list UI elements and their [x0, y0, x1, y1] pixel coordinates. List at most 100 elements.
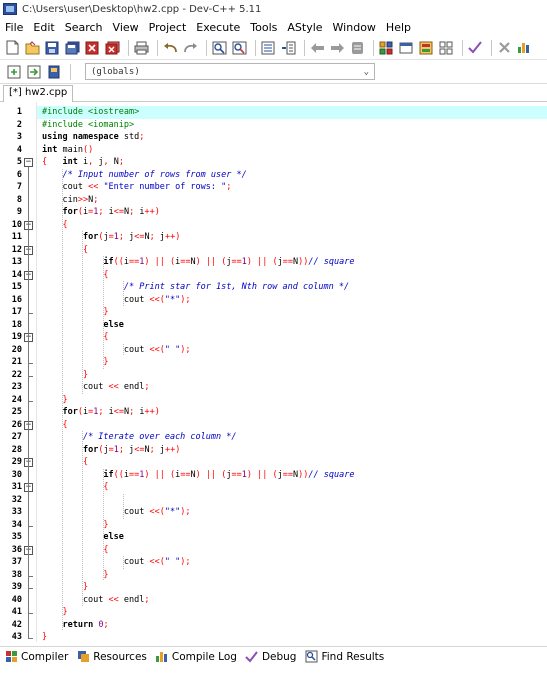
code-line[interactable]: }	[42, 307, 108, 320]
code-line[interactable]: #include <iostream>	[42, 107, 139, 120]
code-line[interactable]: return 0;	[42, 620, 108, 633]
menu-help[interactable]: Help	[381, 21, 416, 34]
code-line[interactable]: for(j=1; j<=N; j++)	[42, 445, 180, 458]
find-icon[interactable]	[211, 40, 227, 56]
code-line[interactable]: }	[42, 632, 47, 645]
line-number: 41	[11, 607, 22, 617]
code-line[interactable]: }	[42, 520, 108, 533]
replace-icon[interactable]	[231, 40, 247, 56]
line-number: 17	[11, 307, 22, 317]
line-number: 15	[11, 282, 22, 292]
line-number: 10	[11, 219, 22, 230]
code-line[interactable]: cout <<("*");	[42, 295, 191, 308]
code-line[interactable]: {	[42, 420, 67, 433]
code-line[interactable]: {	[42, 220, 67, 233]
line-number: 24	[11, 394, 22, 405]
code-line[interactable]: using namespace std;	[42, 132, 144, 145]
comment-icon[interactable]	[349, 40, 365, 56]
code-line[interactable]: {	[42, 270, 108, 283]
code-line[interactable]: /* Iterate over each column */	[42, 432, 237, 445]
indent-icon[interactable]	[260, 40, 276, 56]
code-line[interactable]: for(j=1; j<=N; j++)	[42, 232, 180, 245]
tab-compile-log-label: Compile Log	[171, 650, 237, 663]
new-file-icon[interactable]	[4, 40, 20, 56]
save-icon[interactable]	[44, 40, 60, 56]
line-number: 19	[11, 332, 22, 342]
code-line[interactable]: {	[42, 245, 88, 258]
scope-select[interactable]: (globals) ⌄	[85, 63, 375, 80]
grid-icon[interactable]	[438, 40, 454, 56]
print-icon[interactable]	[133, 40, 149, 56]
code-line[interactable]: #include <iomanip>	[42, 120, 134, 133]
code-line[interactable]: }	[42, 607, 67, 620]
code-line[interactable]: int main()	[42, 145, 93, 158]
goto-bookmark-icon[interactable]	[329, 40, 345, 56]
menu-project[interactable]: Project	[144, 21, 192, 34]
tab-compiler[interactable]: Compiler	[0, 650, 72, 664]
tab-hw2-cpp[interactable]: [*] hw2.cpp	[3, 85, 74, 102]
line-number: 23	[11, 382, 22, 392]
toolbar-separator	[255, 39, 256, 56]
code-line[interactable]: cin>>N;	[42, 195, 98, 208]
toolbar-separator	[157, 39, 158, 56]
toggle-bookmark-icon[interactable]	[309, 40, 325, 56]
code-line[interactable]: /* Print star for 1st, Nth row and colum…	[42, 282, 349, 295]
code-line[interactable]: /* Input number of rows from user */	[42, 170, 246, 183]
menu-search[interactable]: Search	[60, 21, 108, 34]
menu-astyle[interactable]: AStyle	[282, 21, 327, 34]
code-line[interactable]: }	[42, 395, 67, 408]
close-all-icon[interactable]	[104, 40, 120, 56]
class-icon[interactable]	[418, 40, 434, 56]
code-line[interactable]: cout << endl;	[42, 382, 150, 395]
menu-edit[interactable]: Edit	[28, 21, 59, 34]
code-line[interactable]: cout << endl;	[42, 595, 150, 608]
code-line[interactable]: { int i, j, N;	[42, 157, 124, 170]
tab-find-results[interactable]: Find Results	[300, 650, 388, 664]
save-all-icon[interactable]	[64, 40, 80, 56]
tab-resources[interactable]: Resources	[72, 650, 151, 664]
line-number: 32	[11, 494, 22, 505]
title-bar: C:\Users\user\Desktop\hw2.cpp - Dev-C++ …	[0, 0, 547, 18]
code-line[interactable]: if((i==1) || (i==N) || (j==1) || (j==N))…	[42, 470, 354, 483]
menu-view[interactable]: View	[108, 21, 144, 34]
code-line[interactable]: cout <<(" ");	[42, 345, 191, 358]
toggle-breakpoint-icon[interactable]	[26, 64, 42, 80]
open-file-icon[interactable]	[24, 40, 40, 56]
chart-icon[interactable]	[516, 40, 532, 56]
menu-file[interactable]: File	[0, 21, 28, 34]
undo-icon[interactable]	[162, 40, 178, 56]
code-line[interactable]: {	[42, 482, 108, 495]
code-line[interactable]: }	[42, 582, 88, 595]
open-project-icon[interactable]	[398, 40, 414, 56]
code-line[interactable]: {	[42, 545, 108, 558]
unindent-icon[interactable]	[280, 40, 296, 56]
menu-tools[interactable]: Tools	[245, 21, 282, 34]
code-line[interactable]: for(i=1; i<=N; i++)	[42, 407, 159, 420]
tab-debug[interactable]: Debug	[241, 650, 301, 664]
code-line[interactable]: cout <<(" ");	[42, 557, 191, 570]
indent-guide	[123, 281, 125, 306]
code-line[interactable]: }	[42, 570, 108, 583]
check-icon[interactable]	[467, 40, 483, 56]
code-line[interactable]: for(i=1; i<=N; i++)	[42, 207, 159, 220]
code-editor[interactable]: 1 2 3 4 5 6 7 8 9 10 11 12 13 14 15 16 17 18 19 20 21 22 23 24 2…	[0, 102, 547, 642]
code-line[interactable]: }	[42, 370, 88, 383]
redo-icon[interactable]	[182, 40, 198, 56]
code-line[interactable]: cout << "Enter number of rows: ";	[42, 182, 231, 195]
scope-toolbar: (globals) ⌄	[0, 60, 547, 84]
menu-execute[interactable]: Execute	[191, 21, 245, 34]
menu-window[interactable]: Window	[328, 21, 381, 34]
fold-toggle-icon[interactable]: −	[24, 158, 33, 167]
line-number: 11	[11, 232, 22, 242]
bookmark-flag-icon[interactable]	[46, 64, 62, 80]
close-icon[interactable]	[84, 40, 100, 56]
insert-icon[interactable]	[6, 64, 22, 80]
code-line[interactable]: {	[42, 457, 88, 470]
code-line[interactable]: if((i==1) || (i==N) || (j==1) || (j==N))…	[42, 257, 354, 270]
code-line[interactable]: cout <<("*");	[42, 507, 191, 520]
new-project-icon[interactable]	[378, 40, 394, 56]
tab-compile-log[interactable]: Compile Log	[151, 650, 241, 664]
code-line[interactable]: {	[42, 332, 108, 345]
code-line[interactable]: }	[42, 357, 108, 370]
delete-icon[interactable]	[496, 40, 512, 56]
